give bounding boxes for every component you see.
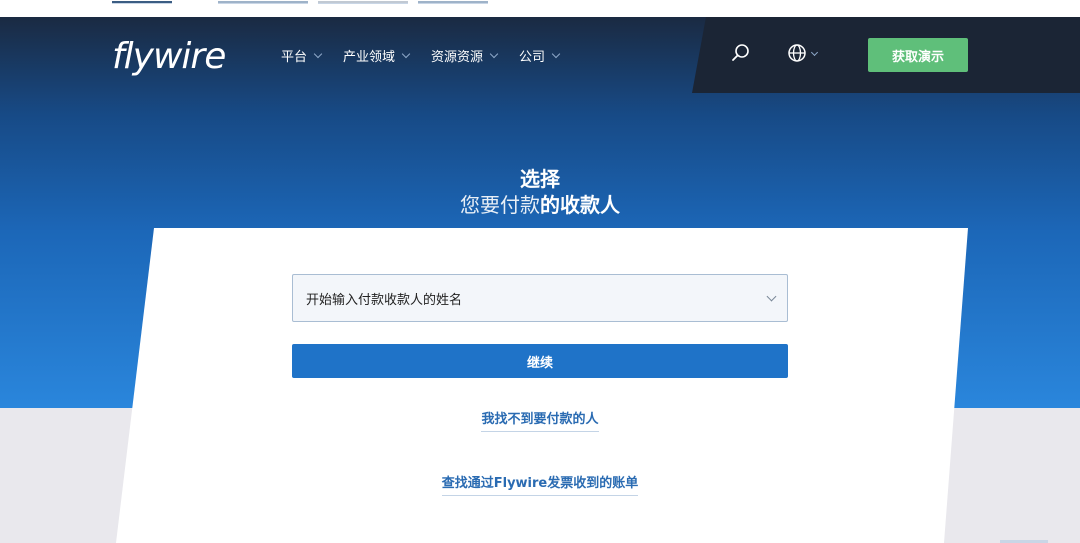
chevron-down-icon — [551, 49, 561, 59]
nav-item-label: 平台 — [281, 50, 308, 65]
cropped-link — [112, 1, 172, 4]
flywire-logo[interactable]: flywire — [112, 36, 226, 77]
globe-icon[interactable] — [787, 43, 807, 63]
chevron-down-icon — [489, 49, 499, 59]
page-title: 选择 — [520, 167, 560, 191]
nav-item-label: 资源资源 — [431, 50, 484, 65]
top-strip — [0, 0, 1080, 17]
nav-item-label: 产业领域 — [343, 50, 396, 65]
recipient-select[interactable]: 开始输入付款收款人的姓名 — [292, 274, 788, 322]
nav-item-industries[interactable]: 产业领域 — [343, 46, 411, 65]
link-text[interactable]: 我找不到要付款的人 — [481, 412, 599, 432]
nav-item-company[interactable]: 公司 — [519, 46, 561, 65]
link-text[interactable]: 查找通过Flywire发票收到的账单 — [441, 476, 639, 496]
subtitle-bold: 的收款人 — [540, 193, 620, 217]
link-find-invoice: 查找通过Flywire发票收到的账单 — [0, 472, 1080, 496]
nav-item-resources[interactable]: 资源资源 — [431, 46, 499, 65]
cropped-link — [218, 1, 308, 4]
link-cannot-find-recipient: 我找不到要付款的人 — [0, 408, 1080, 432]
chevron-down-icon — [313, 49, 323, 59]
nav-item-platform[interactable]: 平台 — [281, 46, 323, 65]
cropped-link — [418, 1, 488, 4]
continue-button[interactable]: 继续 — [292, 344, 788, 378]
subtitle-light: 您要付款 — [460, 193, 540, 217]
get-demo-button[interactable]: 获取演示 — [868, 38, 968, 72]
chevron-down-icon — [766, 291, 777, 302]
cropped-text — [318, 1, 408, 4]
main-nav: 平台 产业领域 资源资源 公司 — [281, 46, 561, 65]
search-icon[interactable] — [731, 43, 751, 63]
nav-item-label: 公司 — [519, 50, 546, 65]
chevron-down-icon — [401, 49, 411, 59]
select-placeholder: 开始输入付款收款人的姓名 — [306, 292, 463, 308]
page-subtitle: 您要付款的收款人 — [0, 189, 1080, 218]
